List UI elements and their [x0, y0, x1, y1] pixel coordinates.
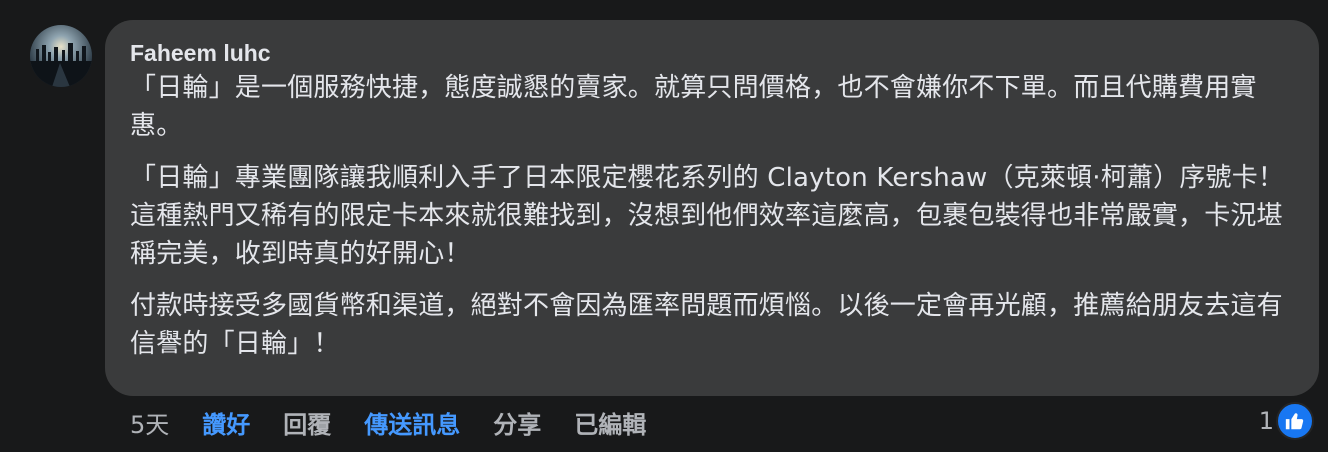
share-button[interactable]: 分享	[493, 405, 541, 440]
edited-label[interactable]: 已編輯	[574, 405, 646, 440]
reaction-summary[interactable]: 1	[1259, 402, 1314, 440]
like-button[interactable]: 讚好	[202, 405, 250, 440]
comment-paragraph: 「日輪」專業團隊讓我順利入手了日本限定櫻花系列的 Clayton Kershaw…	[130, 163, 1285, 269]
avatar-image	[30, 25, 92, 87]
avatar[interactable]	[30, 25, 92, 87]
thumbs-up-icon	[1276, 402, 1314, 440]
timestamp[interactable]: 5天	[130, 405, 169, 440]
send-message-button[interactable]: 傳送訊息	[364, 405, 460, 440]
reply-button[interactable]: 回覆	[283, 405, 331, 440]
comment: Faheem luhc 「日輪」是一個服務快捷，態度誠懇的賣家。就算只問價格，也…	[0, 0, 1328, 452]
comment-paragraph: 「日輪」是一個服務快捷，態度誠懇的賣家。就算只問價格，也不會嫌你不下單。而且代購…	[130, 73, 1257, 141]
comment-paragraph: 付款時接受多國貨幣和渠道，絕對不會因為匯率問題而煩惱。以後一定會再光顧，推薦給朋…	[130, 291, 1283, 359]
comment-actions: 5天 讚好 回覆 傳送訊息 分享 已編輯	[130, 403, 679, 441]
reaction-count: 1	[1258, 407, 1274, 435]
comment-bubble: Faheem luhc 「日輪」是一個服務快捷，態度誠懇的賣家。就算只問價格，也…	[105, 20, 1319, 396]
author-name[interactable]: Faheem luhc	[130, 38, 1295, 68]
